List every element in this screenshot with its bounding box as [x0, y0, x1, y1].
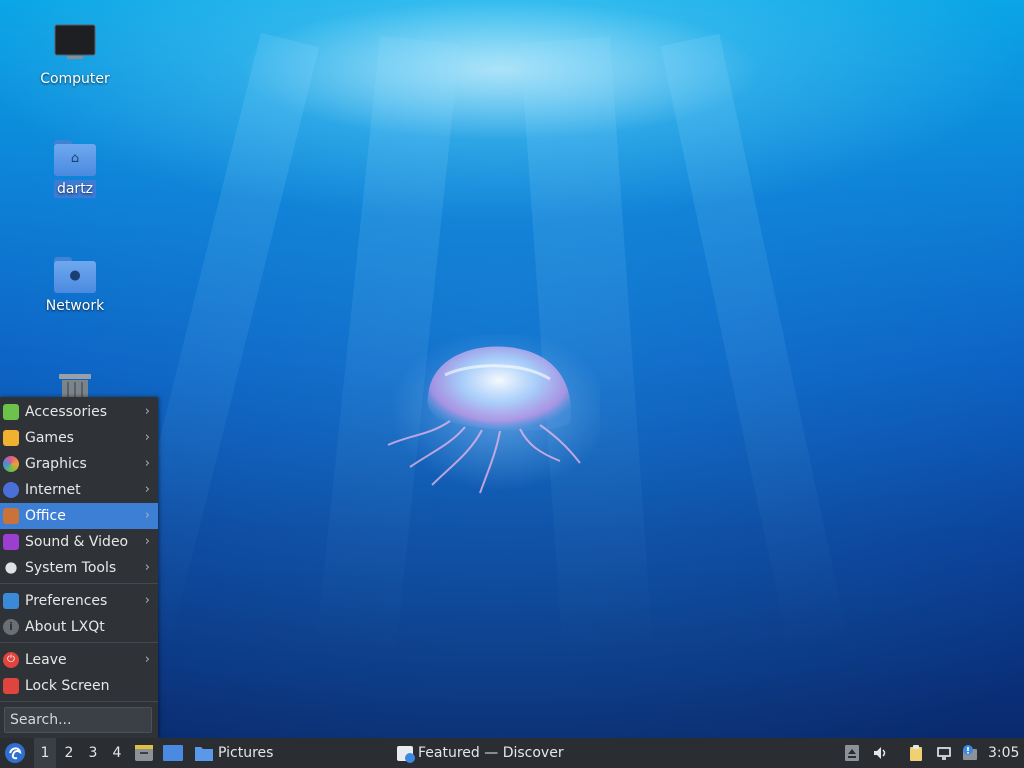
preferences-icon [3, 593, 19, 609]
desktop-icon-label: dartz [53, 180, 97, 198]
chevron-right-icon: › [144, 534, 150, 549]
menu-item-label: System Tools [25, 560, 117, 576]
workspace-3-button[interactable]: 3 [82, 738, 104, 768]
task-button-label: Pictures [218, 745, 274, 761]
menu-item-label: Preferences [25, 593, 108, 609]
menu-item-preferences[interactable]: Preferences › [0, 588, 158, 614]
clock[interactable]: 3:05 [988, 738, 1022, 768]
network-connection-icon[interactable] [936, 745, 952, 761]
workspace-2-button[interactable]: 2 [58, 738, 80, 768]
desktop-icon-computer[interactable]: Computer [20, 24, 130, 88]
file-manager-icon [135, 745, 153, 761]
menu-item-lock-screen[interactable]: Lock Screen [0, 673, 158, 699]
office-icon [3, 508, 19, 524]
workspace-1-button[interactable]: 1 [34, 738, 56, 768]
menu-item-label: Office [25, 508, 66, 524]
graphics-icon [3, 456, 19, 472]
lxqt-logo-icon [5, 743, 25, 763]
desktop-icon-network[interactable]: ● Network [20, 257, 130, 315]
power-icon: ⏻ [3, 652, 19, 668]
accessories-icon [3, 404, 19, 420]
menu-item-label: Graphics [25, 456, 87, 472]
menu-item-leave[interactable]: ⏻ Leave › [0, 647, 158, 673]
menu-item-label: Sound & Video [25, 534, 129, 550]
task-button-discover[interactable]: Featured — Discover [394, 738, 654, 768]
chevron-right-icon: › [144, 560, 150, 575]
update-notification-icon[interactable] [962, 745, 978, 761]
internet-icon [3, 482, 19, 498]
desktop-icon-label: Network [45, 298, 105, 314]
menu-separator [0, 583, 158, 584]
lock-icon [3, 678, 19, 694]
menu-item-label: Lock Screen [25, 678, 110, 694]
menu-item-games[interactable]: Games › [0, 425, 158, 451]
menu-separator [0, 642, 158, 643]
menu-item-label: Internet [25, 482, 81, 498]
menu-item-sound-video[interactable]: Sound & Video › [0, 529, 158, 555]
system-tools-icon [5, 562, 17, 574]
computer-icon [54, 24, 96, 59]
quicklaunch-show-desktop[interactable] [162, 738, 184, 768]
home-folder-icon: ⌂ [54, 140, 96, 176]
main-menu-button[interactable] [4, 738, 28, 768]
application-menu: Accessories › Games › Graphics › Interne… [0, 397, 158, 738]
discover-icon [397, 746, 415, 763]
folder-icon [195, 747, 213, 761]
trash-icon [59, 374, 91, 398]
light-ray [660, 33, 849, 653]
menu-item-label: About LXQt [25, 619, 105, 635]
sound-video-icon [3, 534, 19, 550]
menu-item-label: Accessories [25, 404, 108, 420]
chevron-right-icon: › [144, 652, 150, 667]
chevron-right-icon: › [144, 456, 150, 471]
chevron-right-icon: › [144, 508, 150, 523]
workspace-4-button[interactable]: 4 [106, 738, 128, 768]
show-desktop-icon [163, 745, 183, 761]
taskbar: 1 2 3 4 Pictures Featured — Discover 3:0… [0, 738, 1024, 768]
menu-item-label: Games [25, 430, 74, 446]
menu-search-input[interactable] [4, 707, 152, 733]
games-icon [3, 430, 19, 446]
quicklaunch-file-manager[interactable] [134, 738, 154, 768]
menu-item-office[interactable]: Office › [0, 503, 158, 529]
menu-item-about[interactable]: i About LXQt [0, 614, 158, 640]
desktop-icon-label: Computer [40, 71, 110, 87]
chevron-right-icon: › [144, 404, 150, 419]
network-folder-icon: ● [54, 257, 96, 293]
menu-item-system-tools[interactable]: System Tools › [0, 555, 158, 581]
menu-item-graphics[interactable]: Graphics › [0, 451, 158, 477]
volume-icon[interactable] [872, 745, 888, 761]
eject-icon[interactable] [844, 745, 860, 761]
menu-item-label: Leave [25, 652, 67, 668]
task-button-label: Featured — Discover [418, 745, 564, 761]
chevron-right-icon: › [144, 430, 150, 445]
chevron-right-icon: › [144, 593, 150, 608]
task-button-pictures[interactable]: Pictures [192, 738, 372, 768]
jellyfish-illustration [387, 335, 600, 494]
menu-item-accessories[interactable]: Accessories › [0, 399, 158, 425]
clipboard-icon[interactable] [908, 745, 924, 761]
info-icon: i [3, 619, 19, 635]
menu-item-internet[interactable]: Internet › [0, 477, 158, 503]
menu-separator [0, 701, 158, 702]
desktop-icon-home-folder[interactable]: ⌂ dartz [20, 140, 130, 198]
chevron-right-icon: › [144, 482, 150, 497]
